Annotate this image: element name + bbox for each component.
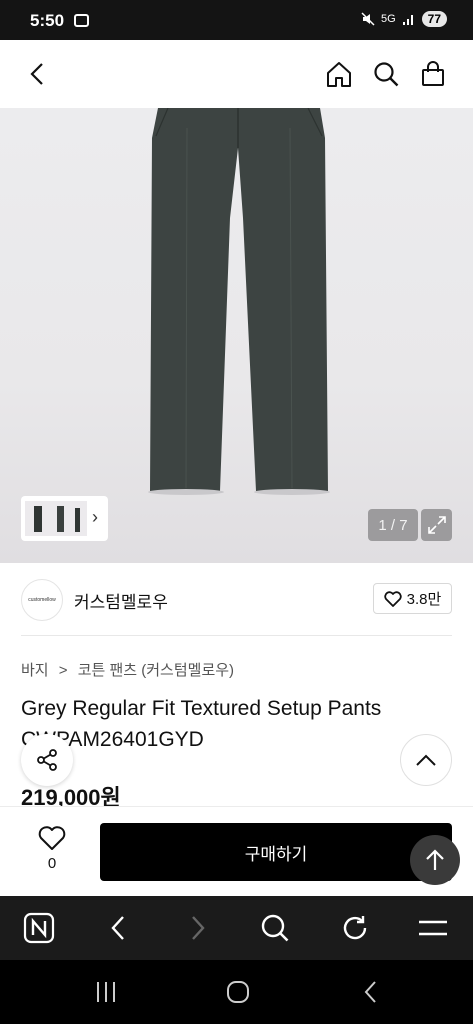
shopping-bag-icon: [422, 61, 444, 86]
search-icon: [261, 914, 289, 942]
purchase-bar: 0 구매하기: [0, 806, 473, 896]
arrow-up-icon: [426, 849, 444, 870]
refresh-icon: [343, 916, 367, 940]
signal-icon: [402, 15, 413, 25]
recent-apps-button[interactable]: [90, 976, 122, 1008]
screen-record-icon: [74, 14, 89, 27]
collapse-button[interactable]: [400, 734, 452, 786]
product-info: customellow 커스텀멜로우 3.8만 바지 > 코튼 팬츠 (커스텀멜…: [0, 563, 473, 810]
status-bar: 5:50 5G 77: [0, 0, 473, 40]
naver-home-button[interactable]: [23, 912, 55, 944]
expand-button[interactable]: [421, 509, 452, 541]
chevron-right-icon: [192, 916, 205, 940]
chevron-left-icon: [30, 63, 43, 85]
mute-icon: [361, 12, 375, 26]
expand-icon: [427, 516, 446, 534]
browser-forward-button[interactable]: [182, 912, 214, 944]
browser-toolbar: [0, 896, 473, 960]
thumbnail-image[interactable]: [25, 501, 87, 536]
search-icon: [374, 62, 399, 87]
status-indicators: 5G 77: [361, 11, 447, 27]
network-label: 5G: [380, 13, 396, 25]
thumbnail-next-arrow[interactable]: ›: [92, 507, 98, 528]
breadcrumb-subcategory[interactable]: 코튼 팬츠 (커스텀멜로우): [78, 662, 234, 679]
cart-button[interactable]: [417, 58, 449, 90]
status-time: 5:50: [30, 11, 65, 30]
brand-like-count: 3.8만: [406, 591, 442, 608]
thumbnail-photo: [34, 506, 80, 532]
home-circle-icon: [227, 981, 249, 1003]
breadcrumb-separator: >: [58, 662, 68, 679]
brand-logo[interactable]: customellow: [21, 579, 63, 621]
divider: [21, 635, 452, 636]
menu-icon: [419, 920, 447, 936]
wishlist-button[interactable]: 0: [28, 825, 76, 879]
scroll-to-top-button[interactable]: [410, 835, 460, 885]
chevron-up-icon: [416, 754, 436, 766]
thumbnail-strip[interactable]: ›: [21, 496, 108, 541]
naver-logo-icon: [23, 912, 55, 944]
brand-like-button[interactable]: 3.8만: [373, 583, 452, 614]
breadcrumb-category[interactable]: 바지: [21, 662, 49, 679]
share-button[interactable]: [21, 734, 73, 786]
share-icon: [37, 749, 57, 771]
buy-button[interactable]: 구매하기: [100, 823, 452, 881]
chevron-left-icon: [111, 916, 124, 940]
home-nav-button[interactable]: [222, 976, 254, 1008]
app-header: [0, 40, 473, 108]
heart-icon: [384, 590, 402, 607]
battery-indicator: 77: [421, 11, 447, 27]
browser-refresh-button[interactable]: [339, 912, 371, 944]
home-button[interactable]: [323, 58, 355, 90]
browser-back-button[interactable]: [102, 912, 134, 944]
brand-name[interactable]: 커스텀멜로우: [74, 588, 168, 613]
search-button[interactable]: [370, 58, 402, 90]
back-button[interactable]: [22, 58, 54, 90]
heart-icon: [38, 826, 66, 850]
product-photo: [148, 108, 330, 495]
back-nav-button[interactable]: [355, 976, 387, 1008]
home-icon: [327, 62, 351, 87]
recent-apps-icon: [97, 982, 115, 1002]
image-counter: 1 / 7: [368, 509, 418, 541]
browser-menu-button[interactable]: [417, 912, 449, 944]
wishlist-count: 0: [47, 855, 57, 872]
breadcrumb: 바지 > 코튼 팬츠 (커스텀멜로우): [21, 659, 234, 680]
browser-search-button[interactable]: [259, 912, 291, 944]
chevron-left-icon: [364, 981, 376, 1003]
product-title: Grey Regular Fit Textured Setup Pants CW…: [21, 697, 382, 751]
product-image-gallery[interactable]: › 1 / 7: [0, 108, 473, 563]
system-navigation-bar: [0, 960, 473, 1024]
